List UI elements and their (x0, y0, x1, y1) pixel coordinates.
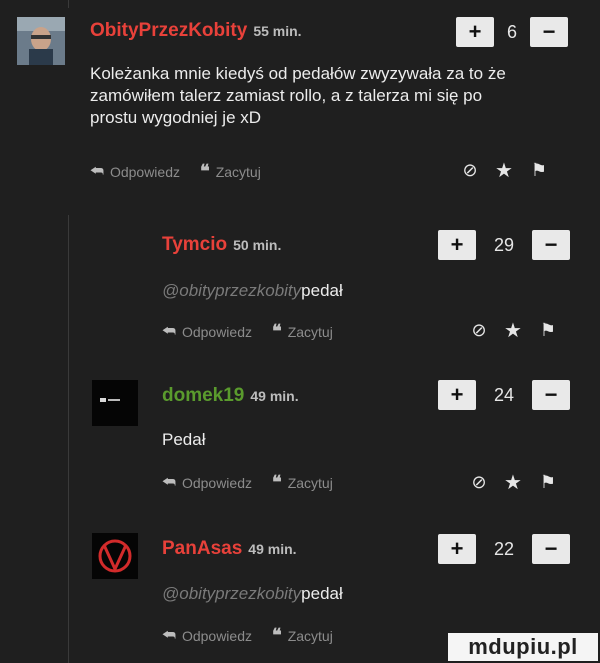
quote-icon: ❝ (272, 472, 282, 493)
comment-actions: ⮪ Odpowiedz ❝ Zacytuj (90, 161, 281, 182)
avatar[interactable] (92, 533, 138, 579)
author-name[interactable]: Tymcio (162, 234, 227, 255)
quote-link[interactable]: Zacytuj (216, 164, 261, 180)
mention-link[interactable]: @obityprzezkobity (162, 584, 301, 603)
body-text: Pedał (162, 430, 206, 449)
comment-body: @obityprzezkobitypedał (162, 583, 343, 605)
upvote-button[interactable]: + (438, 534, 476, 564)
body-line: prostu wygodniej je xD (90, 108, 262, 127)
flag-icon[interactable]: ⚑ (533, 472, 563, 493)
vote-box: + 24 − (438, 380, 570, 410)
quote-icon: ❝ (272, 321, 282, 342)
body-text: pedał (301, 584, 343, 603)
quote-link[interactable]: Zacytuj (288, 324, 333, 340)
vote-count: 29 (493, 234, 515, 255)
reply-link[interactable]: Odpowiedz (182, 475, 252, 491)
comment-actions: ⮪ Odpowiedz ❝ Zacytuj (162, 625, 353, 646)
star-icon[interactable]: ★ (484, 158, 524, 183)
avatar-photo (17, 17, 65, 65)
comment-author[interactable]: PanAsas 49 min. (162, 538, 297, 560)
author-name[interactable]: PanAsas (162, 538, 242, 559)
comment-time: 49 min. (250, 388, 299, 404)
thread-line (68, 215, 69, 663)
star-icon[interactable]: ★ (493, 470, 533, 495)
block-user-icon[interactable]: ⊘ (465, 320, 493, 341)
downvote-button[interactable]: − (532, 534, 570, 564)
comment-time: 49 min. (248, 541, 297, 557)
downvote-button[interactable]: − (532, 230, 570, 260)
vote-count: 22 (493, 538, 515, 559)
vote-count: 24 (493, 384, 515, 405)
quote-icon: ❝ (272, 625, 282, 646)
comment-body: Koleżanka mnie kiedyś od pedałów zwyzywa… (90, 63, 590, 129)
comment-author[interactable]: Tymcio 50 min. (162, 234, 281, 256)
avatar-image (92, 380, 138, 426)
vote-box: + 29 − (438, 230, 570, 260)
reply-link[interactable]: Odpowiedz (182, 324, 252, 340)
vote-box: + 6 − (456, 17, 568, 47)
vote-count: 6 (506, 21, 517, 42)
downvote-button[interactable]: − (530, 17, 568, 47)
body-line: zamówiłem talerz zamiast rollo, a z tale… (90, 86, 483, 105)
star-icon[interactable]: ★ (493, 318, 533, 343)
body-line: Koleżanka mnie kiedyś od pedałów zwyzywa… (90, 64, 506, 83)
block-user-icon[interactable]: ⊘ (465, 472, 493, 493)
reply-arrow-icon: ⮪ (162, 323, 176, 340)
upvote-button[interactable]: + (438, 230, 476, 260)
reply-link[interactable]: Odpowiedz (182, 628, 252, 644)
comment-tools: ⊘ ★ ⚑ (465, 470, 563, 495)
comment-body: Pedał (162, 429, 205, 451)
avatar[interactable] (92, 380, 138, 426)
quote-link[interactable]: Zacytuj (288, 475, 333, 491)
reply-link[interactable]: Odpowiedz (110, 164, 180, 180)
mention-link[interactable]: @obityprzezkobity (162, 281, 301, 300)
flag-icon[interactable]: ⚑ (524, 160, 554, 181)
quote-icon: ❝ (200, 161, 210, 182)
comment-body: @obityprzezkobitypedał (162, 280, 343, 302)
comment-time: 50 min. (233, 237, 282, 253)
comment-tools: ⊘ ★ ⚑ (456, 158, 554, 183)
watermark: mdupiu.pl (448, 633, 598, 661)
block-user-icon[interactable]: ⊘ (456, 160, 484, 181)
comment-time: 55 min. (253, 23, 302, 39)
vote-box: + 22 − (438, 534, 570, 564)
comment-tools: ⊘ ★ ⚑ (465, 318, 563, 343)
avatar-image (92, 533, 138, 579)
comment-actions: ⮪ Odpowiedz ❝ Zacytuj (162, 321, 353, 342)
author-name[interactable]: domek19 (162, 385, 244, 406)
flag-icon[interactable]: ⚑ (533, 320, 563, 341)
comment-actions: ⮪ Odpowiedz ❝ Zacytuj (162, 472, 353, 493)
reply-arrow-icon: ⮪ (162, 627, 176, 644)
reply-arrow-icon: ⮪ (90, 163, 104, 180)
downvote-button[interactable]: − (532, 380, 570, 410)
author-name[interactable]: ObityPrzezKobity (90, 20, 247, 41)
quote-link[interactable]: Zacytuj (288, 628, 333, 644)
reply-arrow-icon: ⮪ (162, 474, 176, 491)
avatar[interactable] (17, 17, 65, 65)
comment-author[interactable]: ObityPrzezKobity 55 min. (90, 20, 302, 42)
comment-author[interactable]: domek19 49 min. (162, 385, 299, 407)
thread-line-top (68, 0, 69, 8)
upvote-button[interactable]: + (456, 17, 494, 47)
upvote-button[interactable]: + (438, 380, 476, 410)
body-text: pedał (301, 281, 343, 300)
